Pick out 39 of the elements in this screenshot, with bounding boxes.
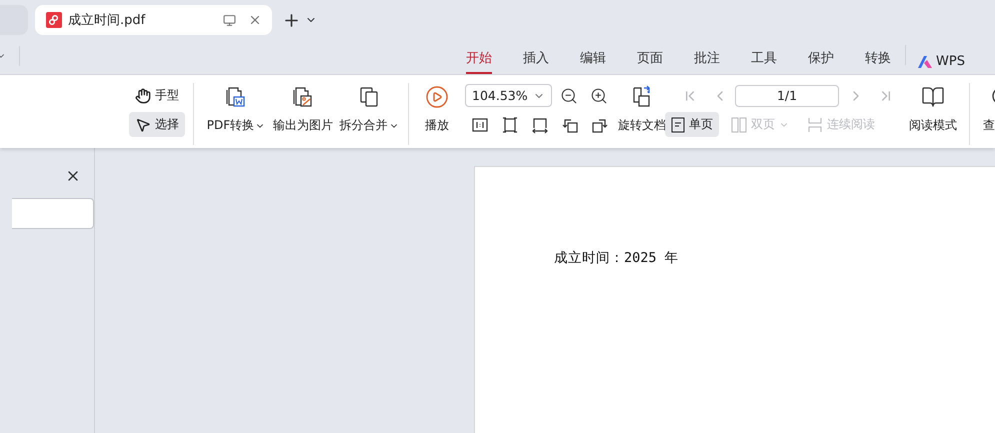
fit-width-icon <box>531 116 549 134</box>
ai-label[interactable]: WPS <box>936 54 965 69</box>
zoom-field[interactable]: 104.53% <box>465 84 552 107</box>
mode-button[interactable]: 手型 <box>129 83 185 108</box>
tab-title: 成立时间.pdf <box>68 12 146 29</box>
search-field[interactable] <box>12 198 94 229</box>
hand-icon <box>135 88 151 104</box>
continuous-icon <box>807 116 823 132</box>
ribbon-tab[interactable]: 工具 <box>751 49 777 74</box>
zoom-in-icon <box>590 86 608 104</box>
document-text: 成立时间：2025 年 <box>554 250 679 266</box>
reading-mode-button[interactable]: 阅读模式 <box>903 83 963 134</box>
convert-button[interactable]: PDF转换 <box>202 83 270 134</box>
close-icon[interactable] <box>248 13 262 27</box>
convert-button[interactable]: 输出为图片 <box>270 83 336 134</box>
ribbon-tab[interactable]: 保护 <box>808 49 834 74</box>
ribbon-tab[interactable]: 编辑 <box>580 49 606 74</box>
page-field[interactable]: 1/1 <box>735 84 839 106</box>
single-page-icon <box>671 116 685 132</box>
book-icon <box>921 85 945 109</box>
ribbon-tab[interactable]: 批注 <box>694 49 720 74</box>
fit-page-icon <box>501 116 519 134</box>
pdf-logo-icon <box>46 12 62 28</box>
play-icon <box>425 85 449 109</box>
convert-button[interactable]: 拆分合并 <box>336 83 402 134</box>
pointer-icon <box>135 116 151 132</box>
play-button[interactable]: 播放 <box>415 83 459 134</box>
document-tab[interactable]: 成立时间.pdf <box>35 5 272 35</box>
ai-logo-icon <box>918 56 932 68</box>
find-button[interactable]: 查 <box>976 83 995 134</box>
zoom-out-icon <box>560 86 578 104</box>
monitor-icon[interactable] <box>223 14 236 26</box>
double-page-icon <box>731 116 747 132</box>
view-mode-button[interactable]: 单页 <box>665 112 719 137</box>
ribbon-tab[interactable]: 页面 <box>637 49 663 74</box>
ribbon-tab[interactable]: 转换 <box>865 49 891 74</box>
actual-size-icon <box>471 116 489 134</box>
ribbon-tab[interactable]: 插入 <box>523 49 549 74</box>
mode-button[interactable]: 选择 <box>129 112 185 137</box>
